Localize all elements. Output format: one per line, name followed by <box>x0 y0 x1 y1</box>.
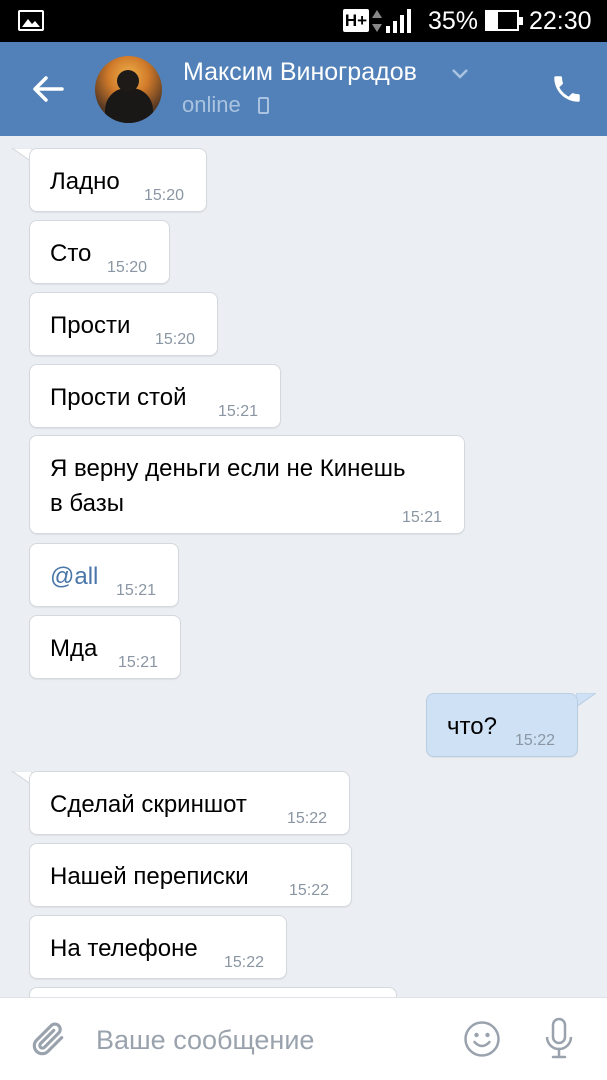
message-text: Прости <box>50 312 131 339</box>
message-bubble-incoming[interactable]: Сделай скриншот 15:22 <box>29 771 350 835</box>
message-bubble-incoming[interactable]: Нашей переписки 15:22 <box>29 843 352 907</box>
clock: 22:30 <box>529 7 592 35</box>
contact-name[interactable]: Максим Виноградов <box>183 58 417 87</box>
message-bubble-outgoing[interactable]: что? 15:22 <box>426 693 578 757</box>
message-text: Нашей переписки <box>50 863 249 890</box>
message-text: Прости стой <box>50 384 187 411</box>
message-time: 15:21 <box>118 654 159 671</box>
online-status: online <box>182 92 241 117</box>
status-bar: H+ 35% 22:30 <box>0 0 607 42</box>
message-time: 15:22 <box>515 732 556 749</box>
gallery-notification-icon <box>18 10 44 31</box>
bubble-tail-outgoing <box>576 693 596 707</box>
message-time: 15:21 <box>402 509 443 526</box>
message-time: 15:20 <box>107 259 148 276</box>
message-time: 15:21 <box>218 403 259 420</box>
message-time: 15:22 <box>289 882 330 899</box>
phone-call-icon[interactable] <box>550 72 584 106</box>
message-input[interactable] <box>96 1018 436 1062</box>
message-bubble-incoming[interactable]: Сто 15:20 <box>29 220 170 284</box>
message-bubble-incoming[interactable]: Прости 15:20 <box>29 292 218 356</box>
message-bubble-incoming[interactable]: Прости стой 15:21 <box>29 364 281 428</box>
message-bubble-incoming[interactable]: @all 15:21 <box>29 543 179 607</box>
attach-icon[interactable] <box>30 1019 68 1061</box>
message-time: 15:21 <box>116 582 157 599</box>
message-composer <box>0 997 607 1080</box>
battery-icon <box>485 10 523 31</box>
avatar[interactable] <box>95 56 162 123</box>
chat-header: Максим Виноградов online <box>0 42 607 136</box>
message-time: 15:20 <box>144 187 185 204</box>
back-arrow-icon[interactable] <box>28 69 68 109</box>
message-text: Я верну деньги если не Кинешь <box>50 455 406 482</box>
message-time: 15:22 <box>224 954 265 971</box>
message-bubble-incoming[interactable]: Ладно 15:20 <box>29 148 207 212</box>
message-bubble-incoming[interactable]: Я верну деньги если не Кинешь в базы 15:… <box>29 435 465 534</box>
message-text: Ладно <box>50 168 120 195</box>
message-bubble-incoming[interactable]: На телефоне 15:22 <box>29 915 287 979</box>
battery-percent: 35% <box>428 7 479 35</box>
battery-fill <box>487 12 498 29</box>
message-text: На телефоне <box>50 935 198 962</box>
message-bubble-incoming[interactable]: Мда 15:21 <box>29 615 181 679</box>
message-text: Сделай скриншот <box>50 791 247 818</box>
chevron-down-icon[interactable] <box>451 68 469 80</box>
data-activity-icon <box>372 10 382 32</box>
message-time: 15:22 <box>287 810 328 827</box>
signal-icon <box>386 9 411 33</box>
mention-link[interactable]: @all <box>50 563 98 591</box>
message-text: Мда <box>50 635 98 662</box>
message-text-line2: в базы <box>50 490 124 517</box>
mobile-device-icon <box>258 97 269 114</box>
message-text: что? <box>447 713 497 740</box>
microphone-icon[interactable] <box>543 1017 575 1061</box>
message-time: 15:20 <box>155 331 196 348</box>
network-type: H+ <box>343 9 369 32</box>
message-text: Сто <box>50 240 92 267</box>
emoji-icon[interactable] <box>463 1020 501 1058</box>
